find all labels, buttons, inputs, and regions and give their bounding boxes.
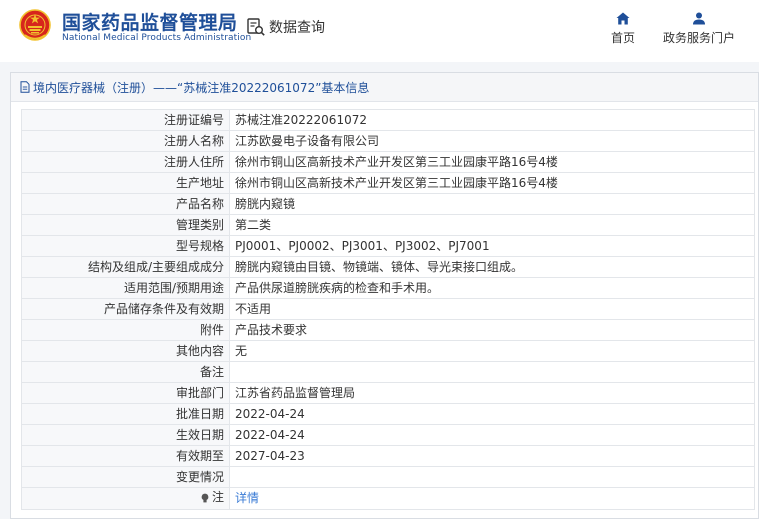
field-value	[229, 361, 755, 383]
table-row: 注册证编号 苏械注准20222061072	[21, 109, 755, 131]
table-row: 变更情况	[21, 466, 755, 488]
table-row: 生产地址 徐州市铜山区高新技术产业开发区第三工业园康平路16号4楼	[21, 172, 755, 194]
field-value: 江苏欧曼电子设备有限公司	[229, 130, 755, 152]
details-link[interactable]: 详情	[229, 487, 755, 510]
table-row: 批准日期 2022-04-24	[21, 403, 755, 425]
field-value: 徐州市铜山区高新技术产业开发区第三工业园康平路16号4楼	[229, 172, 755, 194]
field-value: 不适用	[229, 298, 755, 320]
table-row: 备注	[21, 361, 755, 383]
field-value: 2027-04-23	[229, 445, 755, 467]
panel-title: 境内医疗器械（注册）——“苏械注准20222061072”基本信息	[33, 80, 370, 95]
field-label: 生效日期	[21, 424, 230, 446]
field-label: 产品储存条件及有效期	[21, 298, 230, 320]
registration-info-table: 注册证编号 苏械注准20222061072 注册人名称 江苏欧曼电子设备有限公司 注册人…	[21, 109, 755, 510]
site-header: 国家药品监督管理局 National Medical Products Admi…	[0, 0, 759, 62]
table-row: 注册人名称 江苏欧曼电子设备有限公司	[21, 130, 755, 152]
table-row-note: 注详情	[21, 487, 755, 510]
field-value: 2022-04-24	[229, 403, 755, 425]
table-row: 型号规格 PJ0001、PJ0002、PJ3001、PJ3002、PJ7001	[21, 235, 755, 257]
bulb-icon	[201, 493, 209, 502]
user-icon	[693, 12, 705, 25]
panel-title-bar: 境内医疗器械（注册）——“苏械注准20222061072”基本信息	[11, 73, 758, 102]
field-value: 第二类	[229, 214, 755, 236]
field-value: 2022-04-24	[229, 424, 755, 446]
home-icon	[616, 12, 630, 25]
field-label: 产品名称	[21, 193, 230, 215]
field-label: 注册证编号	[21, 109, 230, 131]
field-label: 型号规格	[21, 235, 230, 257]
field-label: 变更情况	[21, 466, 230, 488]
table-row: 注册人住所 徐州市铜山区高新技术产业开发区第三工业园康平路16号4楼	[21, 151, 755, 173]
detail-panel: 境内医疗器械（注册）——“苏械注准20222061072”基本信息 注册证编号苏…	[10, 72, 759, 519]
org-name-en: National Medical Products Administration	[62, 33, 252, 43]
table-row: 产品储存条件及有效期 不适用	[21, 298, 755, 320]
field-value	[229, 466, 755, 488]
field-label: 生产地址	[21, 172, 230, 194]
table-row: 审批部门 江苏省药品监督管理局	[21, 382, 755, 404]
table-row: 管理类别 第二类	[21, 214, 755, 236]
field-label: 备注	[21, 361, 230, 383]
table-row: 适用范围/预期用途 产品供尿道膀胱疾病的检查和手术用。	[21, 277, 755, 299]
field-label: 附件	[21, 319, 230, 341]
table-row: 附件 产品技术要求	[21, 319, 755, 341]
field-label: 其他内容	[21, 340, 230, 362]
data-query-link[interactable]: 数据查询	[246, 15, 325, 39]
national-emblem-icon	[19, 9, 51, 41]
field-value: 无	[229, 340, 755, 362]
field-label: 有效期至	[21, 445, 230, 467]
table-row: 产品名称 膀胱内窥镜	[21, 193, 755, 215]
data-query-label: 数据查询	[269, 20, 325, 36]
nav-home[interactable]: 首页	[605, 12, 641, 46]
table-row: 结构及组成/主要组成成分 膀胱内窥镜由目镜、物镜端、镜体、导光束接口组成。	[21, 256, 755, 278]
field-value: 江苏省药品监督管理局	[229, 382, 755, 404]
nav-home-label: 首页	[610, 31, 635, 45]
field-value: PJ0001、PJ0002、PJ3001、PJ3002、PJ7001	[229, 235, 755, 257]
nav-portal-label: 政务服务门户	[662, 31, 735, 45]
note-label: 注	[200, 488, 224, 507]
org-name-cn: 国家药品监督管理局	[62, 12, 238, 34]
field-label: 管理类别	[21, 214, 230, 236]
field-label: 注册人名称	[21, 130, 230, 152]
field-value: 膀胱内窥镜	[229, 193, 755, 215]
field-value: 苏械注准20222061072	[229, 109, 755, 131]
field-label: 适用范围/预期用途	[21, 277, 230, 299]
table-row: 生效日期 2022-04-24	[21, 424, 755, 446]
table-row: 其他内容无	[21, 340, 755, 362]
document-icon	[20, 81, 30, 93]
field-value: 膀胱内窥镜由目镜、物镜端、镜体、导光束接口组成。	[229, 256, 755, 278]
document-search-icon	[247, 18, 265, 36]
field-label: 批准日期	[21, 403, 230, 425]
note-label-cell: 注	[21, 487, 230, 510]
note-label-text: 注	[211, 490, 224, 504]
field-label: 审批部门	[21, 382, 230, 404]
field-value: 产品技术要求	[229, 319, 755, 341]
field-value: 徐州市铜山区高新技术产业开发区第三工业园康平路16号4楼	[229, 151, 755, 173]
table-row: 有效期至 2027-04-23	[21, 445, 755, 467]
nav-gov-service-portal[interactable]: 政务服务门户	[657, 12, 741, 46]
field-label: 结构及组成/主要组成成分	[21, 256, 230, 278]
field-label: 注册人住所	[21, 151, 230, 173]
field-value: 产品供尿道膀胱疾病的检查和手术用。	[229, 277, 755, 299]
